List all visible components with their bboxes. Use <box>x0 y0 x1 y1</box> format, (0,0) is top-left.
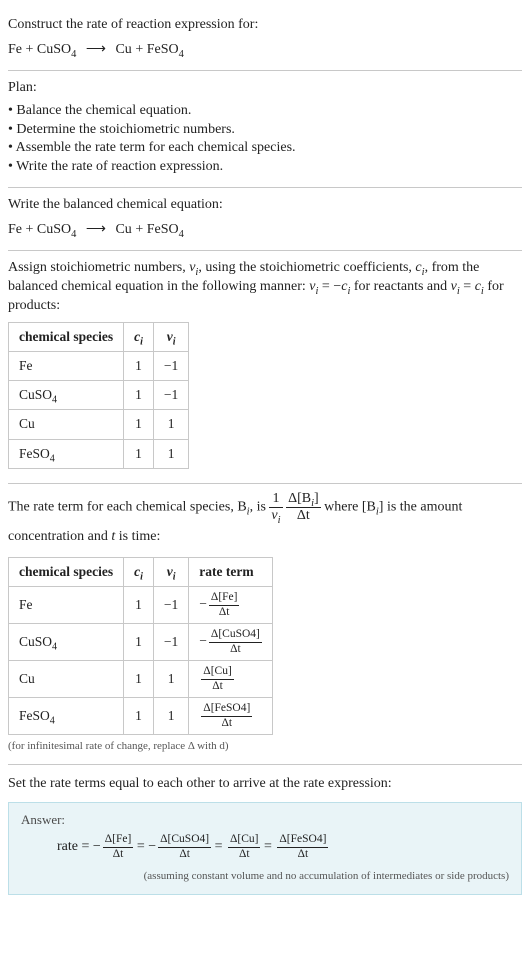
table-row: FeSO4 1 1 Δ[FeSO4]Δt <box>9 698 273 735</box>
table-header-row: chemical species ci νi rate term <box>9 557 273 586</box>
one-over-nu: 1 νi <box>269 492 282 523</box>
answer-label: Answer: <box>21 811 509 829</box>
rate-term-section: The rate term for each chemical species,… <box>8 484 522 765</box>
plan-item: Assemble the rate term for each chemical… <box>8 139 522 158</box>
answer-box: Answer: rate = −Δ[Fe]Δt = −Δ[CuSO4]Δt = … <box>8 802 522 895</box>
table-row: CuSO4 1 −1 −Δ[CuSO4]Δt <box>9 624 273 661</box>
plan-list: Balance the chemical equation. Determine… <box>8 102 522 178</box>
answer-note: (assuming constant volume and no accumul… <box>21 869 509 884</box>
unbalanced-equation: Fe + CuSO4 ⟶ Cu + FeSO4 <box>8 41 522 60</box>
table-row: Cu 1 1 Δ[Cu]Δt <box>9 661 273 698</box>
table-row: CuSO4 1 −1 <box>9 381 189 410</box>
stoich-intro: Assign stoichiometric numbers, νi, using… <box>8 259 522 316</box>
table-row: Fe 1 −1 −Δ[Fe]Δt <box>9 587 273 624</box>
prompt-section: Construct the rate of reaction expressio… <box>8 8 522 71</box>
table2-note: (for infinitesimal rate of change, repla… <box>8 739 522 754</box>
table-row: Cu 1 1 <box>9 410 189 439</box>
reaction-arrow-icon: ⟶ <box>80 41 112 60</box>
plan-item: Balance the chemical equation. <box>8 102 522 121</box>
reactant-1: Fe <box>8 42 22 57</box>
final-section: Set the rate terms equal to each other t… <box>8 775 522 895</box>
table-row: FeSO4 1 1 <box>9 439 189 468</box>
product-2: FeSO4 <box>147 42 184 57</box>
col-nu: νi <box>153 322 188 351</box>
dBi-dt: Δ[Bi] Δt <box>286 492 321 523</box>
final-label: Set the rate terms equal to each other t… <box>8 775 522 794</box>
balanced-label: Write the balanced chemical equation: <box>8 196 522 215</box>
plan-label: Plan: <box>8 79 522 98</box>
reaction-arrow-icon: ⟶ <box>80 221 112 240</box>
rate-intro: The rate term for each chemical species,… <box>8 492 522 551</box>
stoich-table: chemical species ci νi Fe 1 −1 CuSO4 1 −… <box>8 322 189 469</box>
plan-item: Determine the stoichiometric numbers. <box>8 121 522 140</box>
balanced-section: Write the balanced chemical equation: Fe… <box>8 188 522 251</box>
reactant-2: CuSO4 <box>37 42 76 57</box>
balanced-equation: Fe + CuSO4 ⟶ Cu + FeSO4 <box>8 221 522 240</box>
col-species: chemical species <box>9 322 124 351</box>
answer-expression: rate = −Δ[Fe]Δt = −Δ[CuSO4]Δt = Δ[Cu]Δt … <box>21 832 509 863</box>
table-header-row: chemical species ci νi <box>9 322 189 351</box>
product-1: Cu <box>115 42 131 57</box>
col-c: ci <box>124 322 154 351</box>
table-row: Fe 1 −1 <box>9 351 189 380</box>
prompt-text: Construct the rate of reaction expressio… <box>8 16 522 35</box>
plan-section: Plan: Balance the chemical equation. Det… <box>8 71 522 188</box>
rate-term-table: chemical species ci νi rate term Fe 1 −1… <box>8 557 273 735</box>
stoich-section: Assign stoichiometric numbers, νi, using… <box>8 251 522 484</box>
plan-item: Write the rate of reaction expression. <box>8 158 522 177</box>
